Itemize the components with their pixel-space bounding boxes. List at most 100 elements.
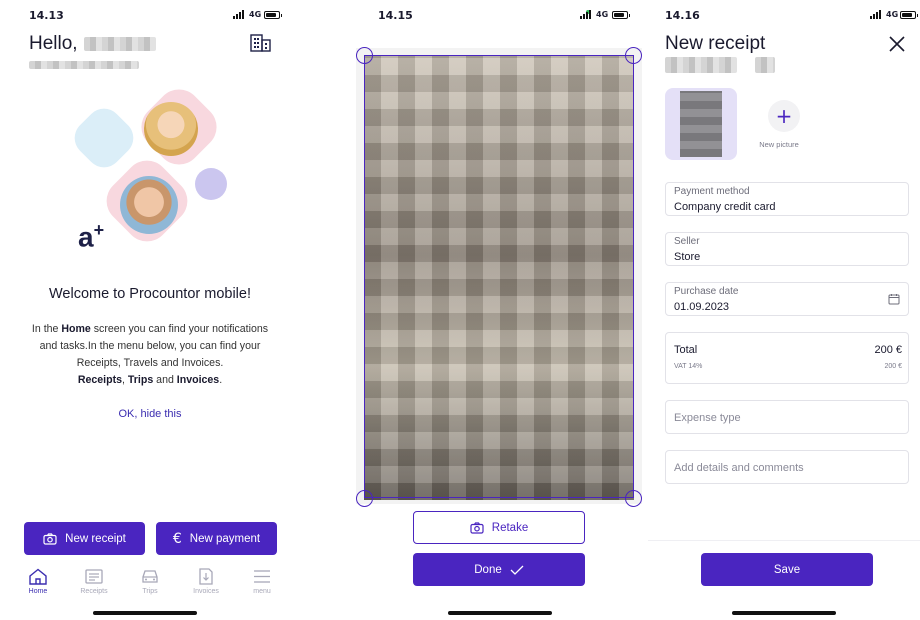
greeting-text: Hello,: [29, 33, 78, 54]
home-indicator[interactable]: [448, 611, 552, 615]
new-picture-label: New picture: [759, 140, 799, 149]
tab-home-label: Home: [28, 588, 48, 595]
payment-method-field[interactable]: Payment method Company credit card: [665, 182, 909, 216]
new-receipt-screen: 14.16 4G New receipt + New picture Payme…: [648, 0, 920, 620]
calendar-icon[interactable]: [888, 293, 900, 305]
total-field[interactable]: Total 200 € VAT 14% 200 €: [665, 332, 909, 384]
redacted-text: [665, 57, 737, 73]
receipt-thumbnail-image: [680, 91, 722, 157]
photo-crop-screen: 14.15 4G Retake Done: [350, 0, 650, 620]
seller-label: Seller: [674, 236, 700, 247]
tab-trips[interactable]: Trips: [122, 568, 178, 602]
battery-icon: [264, 11, 282, 19]
desc-text: .: [219, 374, 223, 386]
desc-text: and: [153, 374, 177, 386]
crop-handle-bottom-left[interactable]: [356, 490, 373, 507]
new-payment-button[interactable]: € New payment: [156, 522, 277, 555]
camera-icon: [470, 521, 484, 534]
redacted-company-name: [29, 61, 139, 69]
signal-icon: [870, 10, 881, 19]
menu-icon: [254, 570, 270, 583]
status-bar: 14.15 4G: [350, 8, 650, 24]
new-receipt-button[interactable]: New receipt: [24, 522, 145, 555]
redacted-subtitle: [665, 57, 775, 73]
total-value: 200 €: [874, 344, 902, 356]
checkmark-icon: [510, 565, 524, 575]
tab-invoices[interactable]: Invoices: [178, 568, 234, 602]
crop-handle-top-left[interactable]: [356, 47, 373, 64]
tab-home[interactable]: Home: [10, 568, 66, 602]
welcome-title: Welcome to Procountor mobile!: [48, 286, 252, 302]
status-time: 14.15: [378, 9, 413, 22]
decor-blob-blue: [67, 101, 141, 175]
tab-receipts-label: Receipts: [80, 588, 108, 595]
done-label: Done: [474, 563, 502, 576]
brand-logo: a+: [78, 220, 104, 253]
expense-type-placeholder: Expense type: [674, 412, 741, 424]
brand-logo-plus: +: [93, 220, 105, 240]
vat-label: VAT 14%: [674, 363, 703, 370]
home-indicator[interactable]: [93, 611, 197, 615]
redacted-user-name: [83, 37, 156, 51]
status-time: 14.13: [29, 9, 64, 22]
brand-logo-letter: a: [78, 221, 94, 253]
vat-value: 200 €: [884, 363, 902, 370]
crop-handle-bottom-right[interactable]: [625, 490, 642, 507]
receipt-icon: [85, 569, 103, 584]
status-bar: 14.13 4G: [0, 8, 290, 24]
home-screen: 14.13 4G Hello, a+ Welcome to Procountor…: [0, 0, 290, 620]
retake-button[interactable]: Retake: [413, 511, 585, 544]
desc-receipts: Receipts: [77, 374, 123, 386]
decor-blob-purple: [195, 168, 227, 200]
signal-icon: [580, 10, 591, 19]
desc-home: Home: [61, 323, 91, 335]
seller-value: Store: [674, 251, 701, 263]
battery-icon: [900, 11, 918, 19]
network-label: 4G: [249, 10, 262, 19]
desc-text: In the: [31, 323, 62, 335]
close-icon[interactable]: [888, 35, 906, 53]
purchase-date-label: Purchase date: [674, 286, 739, 297]
network-label: 4G: [596, 10, 609, 19]
plus-icon: +: [768, 100, 800, 132]
home-icon: [29, 568, 47, 585]
seller-field[interactable]: Seller Store: [665, 232, 909, 266]
new-picture-button[interactable]: + New picture: [758, 96, 800, 149]
save-label: Save: [773, 563, 801, 576]
bottom-tab-bar: Home Receipts Trips Invoices menu: [10, 568, 290, 602]
footer-divider: [648, 540, 920, 541]
retake-label: Retake: [491, 521, 529, 534]
crop-frame[interactable]: [364, 55, 634, 498]
new-payment-label: New payment: [189, 532, 261, 545]
greeting: Hello,: [29, 33, 156, 55]
crop-handle-top-right[interactable]: [625, 47, 642, 64]
done-button[interactable]: Done: [413, 553, 585, 586]
tab-trips-label: Trips: [142, 588, 158, 595]
euro-icon: €: [172, 530, 182, 547]
car-icon: [142, 570, 158, 583]
purchase-date-value: 01.09.2023: [674, 301, 730, 313]
man-portrait-image: [120, 176, 178, 234]
payment-method-value: Company credit card: [674, 201, 776, 213]
desc-trips: Trips: [127, 374, 154, 386]
hide-welcome-link[interactable]: OK, hide this: [0, 408, 290, 420]
receipt-thumbnail[interactable]: [665, 88, 737, 160]
tab-receipts[interactable]: Receipts: [66, 568, 122, 602]
save-button[interactable]: Save: [701, 553, 873, 586]
purchase-date-field[interactable]: Purchase date 01.09.2023: [665, 282, 909, 316]
woman-portrait-image: [144, 102, 198, 156]
camera-icon: [43, 532, 57, 545]
details-comments-placeholder: Add details and comments: [674, 462, 804, 474]
battery-icon: [612, 11, 630, 19]
organization-icon[interactable]: [250, 34, 272, 52]
new-receipt-label: New receipt: [65, 532, 126, 545]
welcome-description: In the Home screen you can find your not…: [22, 321, 278, 389]
details-comments-field[interactable]: Add details and comments: [665, 450, 909, 484]
tab-menu-label: menu: [253, 588, 271, 595]
network-label: 4G: [886, 10, 899, 19]
tab-menu[interactable]: menu: [234, 568, 290, 602]
status-time: 14.16: [665, 9, 700, 22]
expense-type-field[interactable]: Expense type: [665, 400, 909, 434]
home-indicator[interactable]: [732, 611, 836, 615]
tab-invoices-label: Invoices: [193, 588, 219, 595]
